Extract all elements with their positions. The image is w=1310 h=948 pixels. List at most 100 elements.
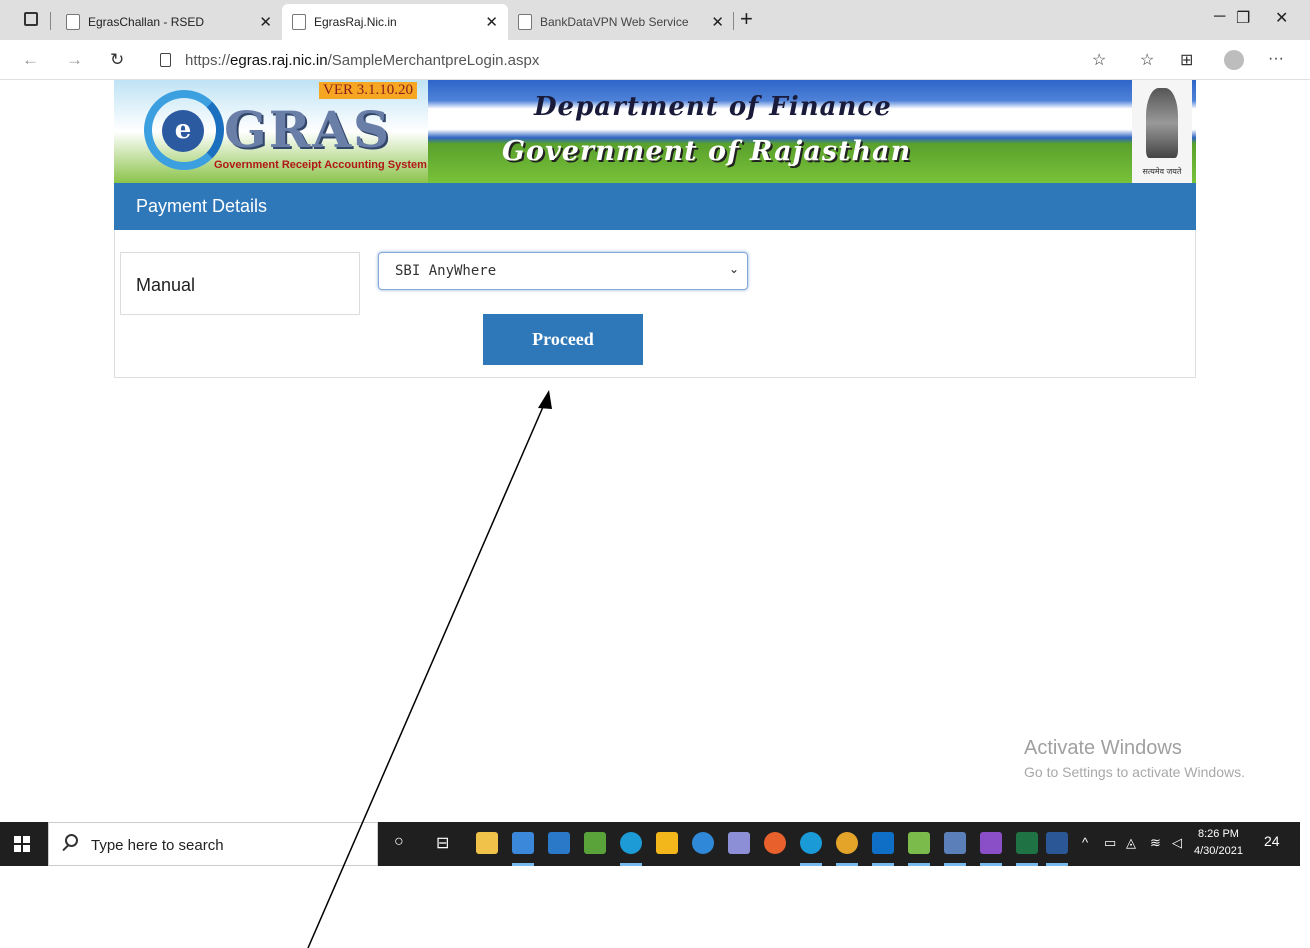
proceed-button[interactable]: Proceed: [483, 314, 643, 365]
close-icon[interactable]: ✕: [485, 13, 498, 31]
payment-panel: Manual SBI AnyWhere ⌄ Proceed: [114, 230, 1196, 378]
tray-chevron-icon[interactable]: ^: [1082, 835, 1088, 850]
search-icon: [65, 834, 78, 847]
refresh-icon[interactable]: ↻: [110, 50, 124, 70]
panel-header: Payment Details: [114, 183, 1196, 230]
running-indicator: [1046, 863, 1068, 866]
url-field[interactable]: https://egras.raj.nic.in/SampleMerchantp…: [185, 52, 539, 69]
clock-time: 8:26 PM: [1197, 828, 1239, 840]
taskbar-search[interactable]: Type here to search: [48, 822, 378, 866]
back-icon[interactable]: ←: [22, 50, 39, 70]
start-button[interactable]: [0, 822, 48, 866]
read-aloud-icon[interactable]: ☆: [1092, 50, 1106, 70]
restore-icon[interactable]: ❐: [1236, 8, 1250, 28]
excel-icon[interactable]: [1016, 832, 1038, 854]
url-domain: egras.raj.nic.in: [230, 52, 328, 69]
network-icon[interactable]: ◬: [1126, 835, 1136, 851]
collections-icon[interactable]: ⊞: [1180, 50, 1193, 70]
running-indicator: [872, 863, 894, 866]
word-icon[interactable]: [1046, 832, 1068, 854]
wifi-icon[interactable]: ≋: [1150, 835, 1161, 851]
tab-label: EgrasChallan - RSED: [88, 15, 205, 29]
running-indicator: [980, 863, 1002, 866]
edge-icon[interactable]: [620, 832, 642, 854]
tab-separator: [733, 12, 734, 30]
forward-icon[interactable]: →: [66, 50, 83, 70]
remote-desktop-icon[interactable]: [944, 832, 966, 854]
running-indicator: [512, 863, 534, 866]
version-label: VER 3.1.10.20: [319, 82, 417, 99]
screen: EgrasChallan - RSED ✕ EgrasRaj.Nic.in ✕ …: [0, 0, 1310, 948]
bank-select[interactable]: SBI AnyWhere ⌄: [378, 252, 748, 290]
running-indicator: [620, 863, 642, 866]
notification-count: 24: [1264, 833, 1280, 849]
cortana-icon[interactable]: ○: [394, 833, 404, 851]
bank-select-value: SBI AnyWhere: [395, 263, 497, 279]
running-indicator: [908, 863, 930, 866]
activate-windows-title: Activate Windows: [1024, 737, 1182, 759]
department-title: Department of Finance: [534, 92, 892, 122]
taskbar-clock[interactable]: 8:26 PM 4/30/2021: [1194, 826, 1243, 860]
search-placeholder: Type here to search: [91, 837, 224, 854]
clock-date: 4/30/2021: [1194, 845, 1243, 857]
page-icon: [292, 14, 306, 30]
close-icon[interactable]: ✕: [711, 13, 724, 31]
tab-separator: [50, 12, 51, 30]
firefox-icon[interactable]: [764, 832, 786, 854]
more-icon[interactable]: ···: [1268, 50, 1284, 68]
mail-icon[interactable]: [548, 832, 570, 854]
logo-text: GRAS: [224, 100, 392, 159]
page-icon: [518, 14, 532, 30]
paint-icon[interactable]: [728, 832, 750, 854]
running-indicator: [836, 863, 858, 866]
arrow-head: [538, 390, 552, 409]
new-tab-icon[interactable]: +: [740, 6, 753, 32]
running-indicator: [800, 863, 822, 866]
manual-label: Manual: [136, 275, 196, 295]
address-bar: ← → ↻ https://egras.raj.nic.in/SampleMer…: [0, 40, 1310, 80]
tab-egras-challan[interactable]: EgrasChallan - RSED ✕: [56, 4, 282, 40]
egras-logo: e GRAS VER 3.1.10.20 Government Receipt …: [114, 80, 428, 183]
profile-avatar[interactable]: [1224, 50, 1244, 70]
url-path: /SampleMerchantpreLogin.aspx: [327, 52, 540, 69]
running-indicator: [944, 863, 966, 866]
project-icon[interactable]: [908, 832, 930, 854]
manual-cell: Manual: [120, 252, 360, 315]
panel-title: Payment Details: [136, 196, 268, 216]
store-icon[interactable]: [476, 832, 498, 854]
browser-tab-bar: EgrasChallan - RSED ✕ EgrasRaj.Nic.in ✕ …: [0, 0, 1310, 40]
task-view-icon[interactable]: ⊟: [436, 833, 449, 853]
tab-label: EgrasRaj.Nic.in: [314, 15, 397, 29]
outlook-icon[interactable]: [872, 832, 894, 854]
page-info-icon[interactable]: [160, 53, 171, 67]
favorites-icon[interactable]: ☆: [1140, 50, 1154, 70]
volume-icon[interactable]: ◁: [1172, 835, 1182, 851]
emblem-icon: [1146, 88, 1178, 158]
chrome-icon[interactable]: [836, 832, 858, 854]
windows-icon: [14, 836, 30, 852]
app-icon[interactable]: [584, 832, 606, 854]
close-icon[interactable]: ✕: [259, 13, 272, 31]
url-scheme: https://: [185, 52, 231, 69]
emblem-motto: सत्यमेव जयते: [1142, 167, 1182, 176]
tab-actions-icon[interactable]: [24, 12, 38, 26]
file-explorer-icon[interactable]: [512, 832, 534, 854]
page-icon: [66, 14, 80, 30]
chevron-down-icon: ⌄: [728, 262, 739, 276]
close-window-icon[interactable]: ✕: [1275, 8, 1288, 28]
tab-bankdatavpn[interactable]: BankDataVPN Web Service ✕: [508, 4, 734, 40]
minimize-icon[interactable]: ─: [1214, 8, 1225, 26]
activate-windows-hint: Go to Settings to activate Windows.: [1024, 764, 1245, 780]
running-indicator: [1016, 863, 1038, 866]
tab-egrasraj[interactable]: EgrasRaj.Nic.in ✕: [282, 4, 508, 40]
windows-taskbar: Type here to search ○ ⊟ ^ ▭ ◬ ≋ ◁ 8:26 P…: [0, 822, 1300, 866]
notification-icon[interactable]: 24: [1264, 833, 1286, 855]
logo-letter: e: [162, 110, 204, 152]
sticky-notes-icon[interactable]: [656, 832, 678, 854]
battery-icon[interactable]: ▭: [1104, 835, 1116, 851]
egras-banner: e GRAS VER 3.1.10.20 Government Receipt …: [114, 80, 1196, 183]
skype-icon[interactable]: [800, 832, 822, 854]
internet-explorer-icon[interactable]: [692, 832, 714, 854]
tab-label: BankDataVPN Web Service: [540, 15, 689, 29]
visual-studio-icon[interactable]: [980, 832, 1002, 854]
